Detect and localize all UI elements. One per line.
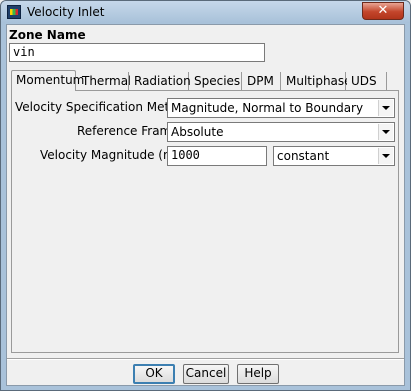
button-separator bbox=[7, 358, 404, 360]
velocity-inlet-dialog: Velocity Inlet ✕ Zone Name vin Momentum … bbox=[0, 0, 411, 391]
zone-name-input[interactable]: vin bbox=[9, 43, 265, 62]
tab-uds[interactable]: UDS bbox=[347, 72, 387, 90]
zone-name-label: Zone Name bbox=[9, 28, 86, 42]
velocity-profile-value: constant bbox=[277, 149, 330, 163]
chevron-down-icon[interactable] bbox=[378, 100, 393, 116]
momentum-panel: Velocity Specification Method Magnitude,… bbox=[11, 90, 399, 353]
velocity-profile-dropdown[interactable]: constant bbox=[273, 146, 395, 166]
help-button[interactable]: Help bbox=[237, 364, 279, 384]
velocity-spec-dropdown[interactable]: Magnitude, Normal to Boundary bbox=[167, 98, 395, 118]
close-button[interactable]: ✕ bbox=[362, 2, 404, 20]
tab-momentum[interactable]: Momentum bbox=[11, 70, 84, 91]
title-bar[interactable]: Velocity Inlet ✕ bbox=[1, 1, 410, 23]
fluent-app-icon bbox=[7, 5, 21, 19]
ok-button[interactable]: OK bbox=[133, 364, 175, 384]
reference-frame-dropdown[interactable]: Absolute bbox=[167, 122, 395, 142]
velocity-magnitude-input[interactable]: 1000 bbox=[167, 146, 267, 166]
tab-thermal[interactable]: Thermal bbox=[78, 72, 131, 90]
dialog-body: Zone Name vin Momentum Thermal Radiation… bbox=[6, 24, 405, 386]
tab-dpm[interactable]: DPM bbox=[243, 72, 281, 90]
velocity-spec-value: Magnitude, Normal to Boundary bbox=[171, 101, 364, 115]
tab-radiation[interactable]: Radiation bbox=[130, 72, 191, 90]
tab-species[interactable]: Species bbox=[190, 72, 242, 90]
tab-multiphase[interactable]: Multiphase bbox=[282, 72, 352, 90]
velocity-spec-label: Velocity Specification Method bbox=[15, 100, 192, 114]
chevron-down-icon[interactable] bbox=[378, 148, 393, 164]
reference-frame-label: Reference Frame bbox=[77, 124, 179, 138]
chevron-down-icon[interactable] bbox=[378, 124, 393, 140]
reference-frame-value: Absolute bbox=[171, 125, 224, 139]
window-title: Velocity Inlet bbox=[27, 5, 105, 19]
cancel-button[interactable]: Cancel bbox=[183, 364, 229, 384]
